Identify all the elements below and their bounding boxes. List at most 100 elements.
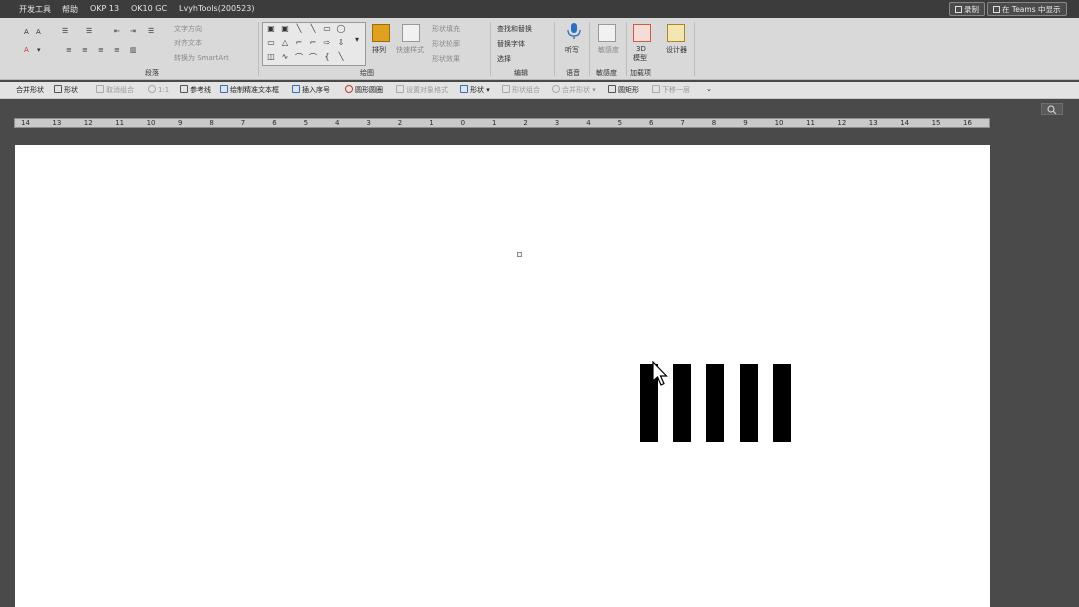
arrange-button[interactable]: 排列 — [372, 45, 386, 55]
record-button[interactable]: 录制 — [949, 2, 985, 16]
shape-rect-2[interactable]: ▭ — [265, 38, 277, 47]
convert-smartart-button[interactable]: 转换为 SmartArt — [174, 53, 229, 63]
shape-dropdown-label: 形状 — [470, 86, 484, 94]
shape-line-3[interactable]: ╲ — [335, 52, 347, 61]
shape-effects-button[interactable]: 形状效果 — [432, 54, 460, 64]
shape-arrow[interactable]: ⇨ — [321, 38, 333, 47]
shape-connector[interactable]: ⌐ — [293, 38, 305, 47]
ruler-tick-label: 5 — [303, 119, 309, 127]
increase-indent-button[interactable]: ⇥ — [130, 27, 136, 35]
addin-designer-icon[interactable] — [667, 24, 685, 42]
stripe-shape[interactable] — [673, 364, 692, 442]
align-text-button[interactable]: 对齐文本 — [174, 38, 202, 48]
circle-label: 圆形圆圈 — [355, 86, 383, 94]
merge-shapes-button[interactable]: 合并形状 — [16, 85, 44, 95]
shape-arrow-down[interactable]: ⇩ — [335, 38, 347, 47]
object-anchor-handle[interactable] — [517, 252, 522, 257]
gallery-expand-button[interactable]: ▾ — [351, 35, 363, 44]
format-object-button[interactable]: 设置对象格式 — [396, 85, 448, 95]
shape-outline-button[interactable]: 形状轮廓 — [432, 39, 460, 49]
text-direction-button[interactable]: 文字方向 — [174, 24, 202, 34]
teams-present-button[interactable]: 在 Teams 中显示 — [987, 2, 1067, 16]
shape-fill-button[interactable]: 形状填充 — [432, 24, 460, 34]
shape-callout[interactable]: ◫ — [265, 52, 277, 61]
line-spacing-button[interactable]: ☰ — [148, 27, 154, 35]
tab-okp[interactable]: OKP 13 — [90, 4, 119, 13]
send-backward-button[interactable]: 下移一层 — [652, 85, 690, 95]
quick-styles-button[interactable]: 快速样式 — [396, 45, 424, 55]
shape-combine-button[interactable]: 形状组合 — [502, 85, 540, 95]
ratio-icon — [148, 85, 156, 93]
shape-brace[interactable]: { — [321, 52, 333, 61]
document-page[interactable] — [15, 145, 990, 607]
font-color-button[interactable]: A — [24, 46, 29, 54]
document-workspace — [0, 129, 1079, 607]
shape-arc-2[interactable]: ⌒ — [307, 52, 319, 63]
microphone-icon[interactable] — [565, 22, 583, 40]
quick-styles-icon[interactable] — [402, 24, 420, 42]
replace-font-button[interactable]: 替换字体 — [497, 39, 525, 49]
stripe-shape[interactable] — [706, 364, 725, 442]
font-size-down-button[interactable]: A — [36, 28, 41, 36]
ruler-tick-label: 10 — [146, 119, 156, 127]
dictate-button[interactable]: 听写 — [565, 45, 579, 55]
ruler-tick-label: 0 — [460, 119, 466, 127]
align-right-button[interactable]: ≡ — [98, 46, 104, 54]
font-color-dropdown[interactable]: ▾ — [37, 46, 41, 54]
font-size-up-button[interactable]: A — [24, 28, 29, 36]
shape-curve[interactable]: ∿ — [279, 52, 291, 61]
tab-help[interactable]: 帮助 — [62, 4, 78, 15]
shape-oval[interactable]: ◯ — [335, 24, 347, 33]
group-separator — [626, 22, 627, 76]
addin-3d-label[interactable]: 3D — [636, 45, 646, 53]
draw-textbox-button[interactable]: 绘制精准文本框 — [220, 85, 279, 95]
shapes-gallery[interactable]: ▣ ▣ ╲ ╲ ▭ ◯ ▭ △ ⌐ ⌐ ⇨ ⇩ ▾ ◫ ∿ ⌒ ⌒ { ╲ — [262, 22, 366, 66]
stripe-shape[interactable] — [739, 364, 758, 442]
insert-number-label: 插入序号 — [302, 86, 330, 94]
search-button[interactable] — [1041, 103, 1063, 115]
addin-3d-icon[interactable] — [633, 24, 651, 42]
select-button[interactable]: 选择 — [497, 54, 511, 64]
bullets-button[interactable]: ☰ — [62, 27, 68, 35]
shape-connector-2[interactable]: ⌐ — [307, 38, 319, 47]
numbering-button[interactable]: ☰ — [86, 27, 92, 35]
align-left-button[interactable]: ≡ — [66, 46, 72, 54]
toolbar-more-button[interactable]: ⌄ — [706, 85, 712, 93]
circle-button[interactable]: 圆形圆圈 — [345, 85, 383, 95]
shape-triangle[interactable]: △ — [279, 38, 291, 47]
addin-designer-button[interactable]: 设计器 — [666, 45, 687, 55]
ruler-tick-label: 10 — [774, 119, 784, 127]
ratio-button[interactable]: 1:1 — [148, 85, 169, 94]
sensitivity-button[interactable]: 敏感度 — [598, 45, 619, 55]
navigation-strip — [0, 100, 1079, 117]
sensitivity-icon[interactable] — [598, 24, 616, 42]
tab-ok10gc[interactable]: OK10 GC — [131, 4, 167, 13]
align-center-button[interactable]: ≡ — [82, 46, 88, 54]
round-rect-button[interactable]: 圆矩形 — [608, 85, 639, 95]
tab-lvyhtools[interactable]: LvyhTools(200523) — [179, 4, 254, 13]
shape-rectangle[interactable]: ▭ — [321, 24, 333, 33]
insert-number-button[interactable]: 插入序号 — [292, 85, 330, 95]
shape-line-2[interactable]: ╲ — [307, 24, 319, 33]
ungroup-button[interactable]: 取消组合 — [96, 85, 134, 95]
ruler-tick-label: 12 — [83, 119, 93, 127]
stripe-shape[interactable] — [772, 364, 791, 442]
horizontal-ruler[interactable]: 14 13 12 11 10 9 8 7 6 5 4 3 2 1 0 1 2 3 4 5 6 7 8 9 10 11 12 13 14 1… — [14, 118, 990, 128]
merge-shapes-label: 合并形状 — [562, 86, 590, 94]
merge-shapes-dropdown[interactable]: 合并形状 ▾ — [552, 85, 596, 95]
decrease-indent-button[interactable]: ⇤ — [114, 27, 120, 35]
shape-dropdown-button[interactable]: 形状 ▾ — [460, 85, 490, 95]
shape-textbox[interactable]: ▣ — [265, 24, 277, 33]
arrange-icon[interactable] — [372, 24, 390, 42]
tab-developer[interactable]: 开发工具 — [19, 4, 51, 15]
shape-line[interactable]: ╲ — [293, 24, 305, 33]
shape-vertical-textbox[interactable]: ▣ — [279, 24, 291, 33]
justify-button[interactable]: ≡ — [114, 46, 120, 54]
guides-icon — [180, 85, 188, 93]
find-replace-button[interactable]: 查找和替换 — [497, 24, 532, 34]
guides-button[interactable]: 参考线 — [180, 85, 211, 95]
shape-combine-label: 形状组合 — [512, 86, 540, 94]
shape-arc[interactable]: ⌒ — [293, 52, 305, 63]
shape-button[interactable]: 形状 — [54, 85, 78, 95]
columns-button[interactable]: ▥ — [130, 46, 137, 54]
